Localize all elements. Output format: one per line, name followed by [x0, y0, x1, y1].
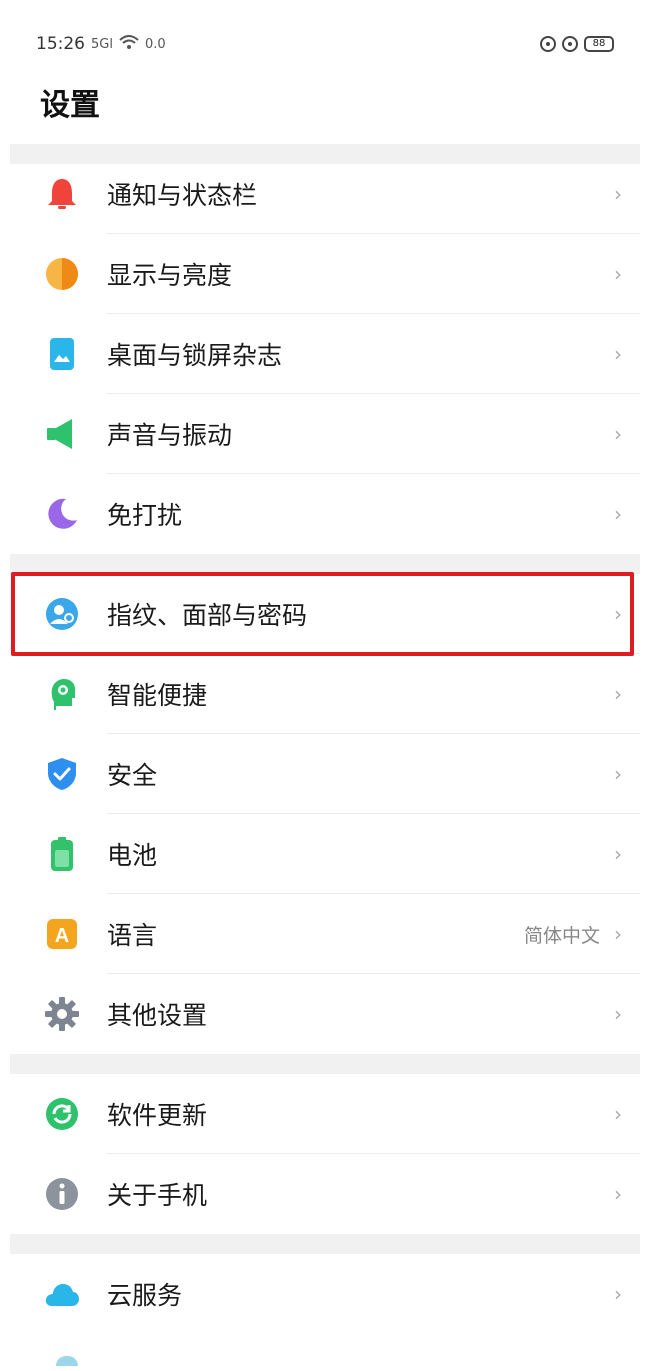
chevron-right-icon: ›: [614, 262, 622, 286]
wifi-icon: [119, 34, 139, 54]
status-time: 15:26: [36, 34, 85, 54]
update-icon: [44, 1096, 80, 1132]
settings-item-label: 桌面与锁屏杂志: [107, 341, 283, 370]
settings-item-display[interactable]: 显示与亮度 ›: [10, 234, 640, 314]
section-divider: [10, 554, 640, 574]
settings-item-label: 安全: [107, 761, 158, 790]
settings-item-security[interactable]: 安全 ›: [10, 734, 640, 814]
settings-item-about-phone[interactable]: 关于手机 ›: [10, 1154, 640, 1234]
battery-icon: [44, 836, 80, 872]
chevron-right-icon: ›: [614, 422, 622, 446]
cloud-icon: [44, 1276, 80, 1312]
settings-item-software-update[interactable]: 软件更新 ›: [10, 1074, 640, 1154]
settings-item-label: 指纹、面部与密码: [107, 601, 308, 630]
settings-item-label: 显示与亮度: [107, 261, 233, 290]
alarm-icon: [562, 36, 578, 52]
settings-item-label: 电池: [107, 841, 158, 870]
settings-item-label: 免打扰: [107, 501, 183, 530]
chevron-right-icon: ›: [614, 602, 622, 626]
chevron-right-icon: ›: [614, 502, 622, 526]
settings-item-label: 其他设置: [107, 1001, 208, 1030]
language-icon: A: [44, 916, 80, 952]
face-fingerprint-icon: [44, 596, 80, 632]
chevron-right-icon: ›: [614, 182, 622, 206]
settings-item-fingerprint-face-password[interactable]: 指纹、面部与密码 ›: [10, 574, 640, 654]
chevron-right-icon: ›: [614, 682, 622, 706]
moon-icon: [44, 496, 80, 532]
section-divider: [10, 1054, 640, 1074]
network-speed: 0.0: [144, 36, 166, 52]
chevron-right-icon: ›: [614, 922, 622, 946]
info-icon: [44, 1176, 80, 1212]
settings-item-cloud-service[interactable]: 云服务 ›: [10, 1254, 640, 1334]
smart-head-icon: [44, 676, 80, 712]
language-icon-glyph: A: [55, 925, 69, 947]
next-item-icon-partial: [56, 1356, 78, 1366]
chevron-right-icon: ›: [614, 762, 622, 786]
gear-icon: [44, 996, 80, 1032]
section-divider: [10, 1234, 640, 1254]
settings-item-battery[interactable]: 电池 ›: [10, 814, 640, 894]
chevron-right-icon: ›: [614, 1102, 622, 1126]
settings-item-sound[interactable]: 声音与振动 ›: [10, 394, 640, 474]
settings-item-other-settings[interactable]: 其他设置 ›: [10, 974, 640, 1054]
chevron-right-icon: ›: [614, 1002, 622, 1026]
shield-icon: [44, 756, 80, 792]
chevron-right-icon: ›: [614, 842, 622, 866]
settings-item-label: 智能便捷: [107, 681, 208, 710]
settings-item-wallpaper[interactable]: 桌面与锁屏杂志 ›: [10, 314, 640, 394]
settings-item-label: 语言: [107, 921, 158, 950]
settings-item-label: 关于手机: [107, 1181, 208, 1210]
settings-item-label: 通知与状态栏: [107, 181, 258, 210]
status-left: 15:26 5Gl 0.0: [36, 34, 166, 54]
settings-item-smart-assist[interactable]: 智能便捷 ›: [10, 654, 640, 734]
page-title: 设置: [40, 88, 100, 123]
speaker-icon: [44, 416, 80, 452]
status-right: 88: [540, 36, 614, 52]
brightness-icon: [44, 256, 80, 292]
location-icon: [540, 36, 556, 52]
settings-item-language[interactable]: A 语言 简体中文 ›: [10, 894, 640, 974]
settings-item-label: 声音与振动: [107, 421, 233, 450]
chevron-right-icon: ›: [614, 342, 622, 366]
battery-indicator: 88: [584, 36, 614, 52]
settings-item-do-not-disturb[interactable]: 免打扰 ›: [10, 474, 640, 554]
settings-item-notifications[interactable]: 通知与状态栏 ›: [10, 154, 640, 234]
wallpaper-icon: [44, 336, 80, 372]
settings-screen: 15:26 5Gl 0.0 88 设置 通知与状态栏 › 显示与亮度 › 桌面与…: [10, 0, 640, 1371]
signal-icon: 5Gl: [91, 36, 113, 52]
chevron-right-icon: ›: [614, 1182, 622, 1206]
current-language-value: 简体中文: [523, 924, 600, 947]
bell-icon: [44, 176, 80, 212]
status-bar: 15:26 5Gl 0.0 88: [36, 28, 614, 60]
chevron-right-icon: ›: [614, 1282, 622, 1306]
settings-item-label: 软件更新: [107, 1101, 208, 1130]
settings-item-label: 云服务: [107, 1281, 183, 1310]
